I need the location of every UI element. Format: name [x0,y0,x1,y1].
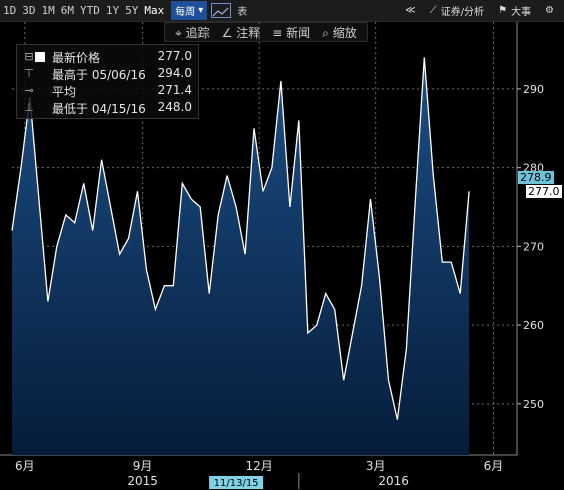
expand-icon[interactable]: ⊟ [23,50,35,64]
x-tick-label: 6月 [15,459,35,473]
chart-legend: ⊟ 最新价格 277.0 ⊤ 最高于 05/06/16 294.0 ⊸ 平均 2… [16,44,199,119]
legend-row-low: ⊥ 最低于 04/15/16 248.0 [17,100,198,116]
legend-high-name: 最高于 05/06/16 [52,68,146,82]
legend-last-value: 277.0 [157,49,192,63]
legend-low-name: 最低于 04/15/16 [52,102,146,116]
legend-average-value: 271.4 [157,83,192,97]
last-price-tag: 277.0 [526,185,562,198]
previous-price-tag: 278.9 [518,171,554,184]
high-marker-icon: ⊤ [24,67,34,80]
x-tick-label: 6月 [484,459,504,473]
x-year-label: 2015 [127,474,158,488]
legend-low-value: 248.0 [157,100,192,114]
x-tick-label: 12月 [245,459,272,473]
last-price-swatch [35,52,45,62]
legend-high-value: 294.0 [157,66,192,80]
y-tick-label: 290 [523,83,544,96]
legend-row-high: ⊤ 最高于 05/06/16 294.0 [17,66,198,82]
low-marker-icon: ⊥ [24,101,34,114]
x-tick-label: 3月 [366,459,386,473]
x-tick-label: 9月 [133,459,153,473]
cursor-date-label: 11/13/15 [214,478,259,489]
legend-last-name: 最新价格 [52,51,101,65]
y-tick-label: 260 [523,319,544,332]
average-marker-icon: ⊸ [24,84,34,97]
y-tick-label: 270 [523,240,544,253]
legend-row-average: ⊸ 平均 271.4 [17,83,198,99]
legend-row-last: ⊟ 最新价格 277.0 [17,49,198,65]
y-tick-label: 250 [523,398,544,411]
legend-average-name: 平均 [52,85,77,99]
x-year-label: 2016 [378,474,409,488]
